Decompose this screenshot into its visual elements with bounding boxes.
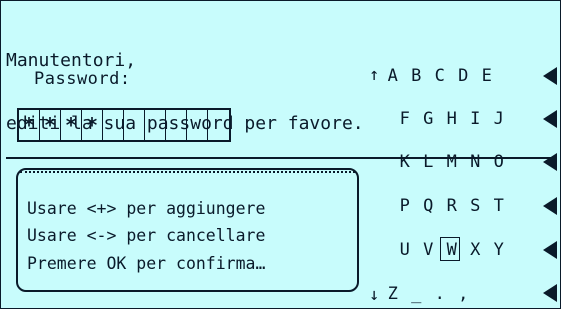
password-cell [103, 110, 124, 140]
left-triangle-icon[interactable] [543, 197, 557, 215]
password-cell [208, 110, 229, 140]
key-a[interactable]: A [381, 65, 405, 87]
key-m[interactable]: M [440, 151, 464, 173]
key-underscore[interactable]: _ [405, 283, 429, 305]
key-h[interactable]: H [440, 108, 464, 130]
key-v[interactable]: V [417, 239, 441, 261]
left-triangle-icon[interactable] [543, 67, 557, 85]
key-c[interactable]: C [428, 65, 452, 87]
key-j[interactable]: J [487, 108, 511, 130]
password-field[interactable]: * * * * [17, 108, 231, 142]
key-i[interactable]: I [464, 108, 488, 130]
left-triangle-icon[interactable] [543, 241, 557, 259]
help-line-delete: Usare <-> per cancellare [27, 226, 266, 245]
key-e[interactable]: E [475, 65, 499, 87]
key-comma[interactable]: , [452, 283, 476, 305]
password-cell [124, 110, 145, 140]
key-y[interactable]: Y [487, 239, 511, 261]
keyboard-row-3: K L M N O [393, 151, 511, 173]
key-t[interactable]: T [487, 195, 511, 217]
help-box: Usare <+> per aggiungere Usare <-> per c… [16, 168, 359, 292]
key-k[interactable]: K [393, 151, 417, 173]
key-r[interactable]: R [440, 195, 464, 217]
key-o[interactable]: O [487, 151, 511, 173]
key-d[interactable]: D [452, 65, 476, 87]
key-period[interactable]: . [428, 283, 452, 305]
password-cell: * [19, 110, 40, 140]
scroll-up-arrow-icon[interactable]: ↑ [369, 65, 379, 85]
key-g[interactable]: G [417, 108, 441, 130]
key-l[interactable]: L [417, 151, 441, 173]
password-cell: * [40, 110, 61, 140]
password-cell [187, 110, 208, 140]
password-cell [145, 110, 166, 140]
key-u[interactable]: U [393, 239, 417, 261]
password-cell: * [82, 110, 103, 140]
keyboard-row-4: P Q R S T [393, 195, 511, 217]
keyboard-row-6: Z _ . , [381, 283, 475, 305]
key-s[interactable]: S [464, 195, 488, 217]
key-q[interactable]: Q [417, 195, 441, 217]
help-line-add: Usare <+> per aggiungere [27, 199, 266, 218]
keyboard-row-5: U V W X Y [393, 237, 511, 261]
keyboard-row-1: A B C D E [381, 65, 499, 87]
key-w-selected[interactable]: W [440, 237, 464, 261]
password-cell: * [61, 110, 82, 140]
password-cell [166, 110, 187, 140]
key-z[interactable]: Z [381, 283, 405, 305]
left-triangle-icon[interactable] [543, 284, 557, 302]
key-f[interactable]: F [393, 108, 417, 130]
keyboard-row-2: F G H I J [393, 108, 511, 130]
scroll-down-arrow-icon[interactable]: ↓ [369, 285, 379, 305]
key-n[interactable]: N [464, 151, 488, 173]
help-box-dotted-border [20, 171, 355, 177]
password-label: Password: [34, 69, 131, 89]
left-triangle-icon[interactable] [543, 110, 557, 128]
left-triangle-icon[interactable] [543, 153, 557, 171]
key-b[interactable]: B [405, 65, 429, 87]
help-line-confirm: Premere OK per confirma… [27, 254, 266, 273]
key-p[interactable]: P [393, 195, 417, 217]
key-x[interactable]: X [464, 239, 488, 261]
